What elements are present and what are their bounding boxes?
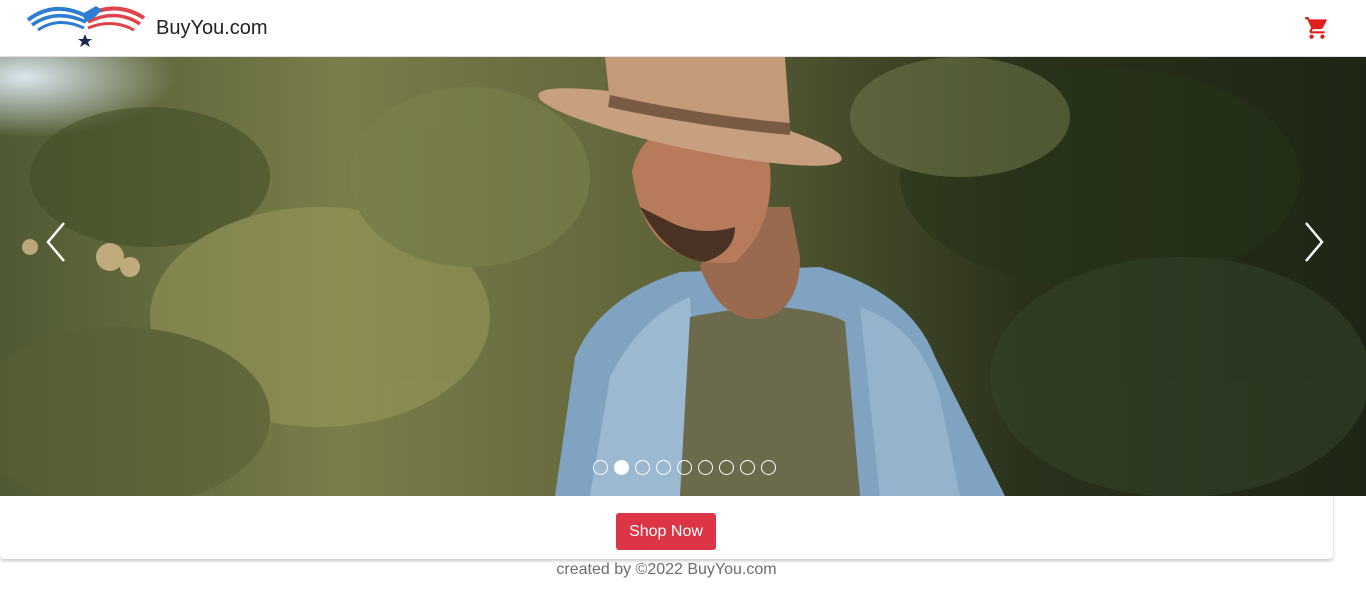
navbar: BuyYou.com: [0, 0, 1366, 57]
carousel-indicator-dot[interactable]: [740, 460, 755, 475]
carousel-indicator-dot[interactable]: [614, 460, 629, 475]
carousel-indicator-dot[interactable]: [761, 460, 776, 475]
eagle-flag-logo: [26, 6, 146, 47]
carousel-indicator-dot[interactable]: [698, 460, 713, 475]
brand-link[interactable]: BuyYou.com: [24, 6, 268, 48]
carousel-indicators: [593, 460, 776, 475]
carousel-slide-image: [0, 57, 1366, 496]
chevron-right-icon[interactable]: [1294, 217, 1334, 267]
carousel-indicator-dot[interactable]: [656, 460, 671, 475]
carousel-indicator-dot[interactable]: [677, 460, 692, 475]
brand-name: BuyYou.com: [156, 16, 268, 39]
carousel-indicator-dot[interactable]: [635, 460, 650, 475]
chevron-left-icon[interactable]: [38, 217, 78, 267]
hero-card: Shop Now: [0, 57, 1366, 559]
carousel-indicator-dot[interactable]: [719, 460, 734, 475]
shopping-cart-icon[interactable]: [1304, 15, 1330, 41]
carousel-indicator-dot[interactable]: [593, 460, 608, 475]
image-carousel[interactable]: [0, 57, 1366, 496]
shop-now-button[interactable]: Shop Now: [616, 513, 716, 550]
footer-credit: created by ©2022 BuyYou.com: [556, 561, 777, 578]
